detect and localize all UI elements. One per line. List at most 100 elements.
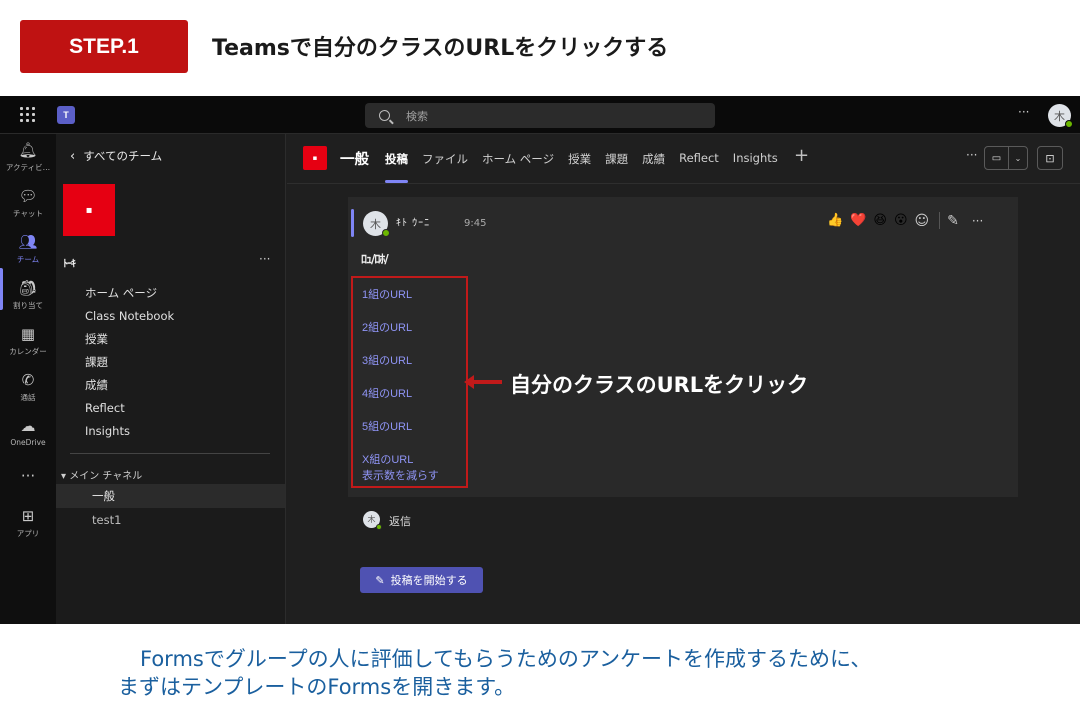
rail-item-apps[interactable]: ⊞ アプリ (0, 508, 56, 539)
channels-header[interactable]: ▾ メイン チャネル (61, 467, 142, 482)
back-link-label: すべてのチーム (83, 149, 163, 163)
rail-item-label: 割り当て (13, 301, 43, 310)
avatar-initial: 木 (1054, 109, 1065, 123)
teams-icon: 👥︎ (18, 233, 38, 251)
channel-header: ▪ 一般 投稿 ファイル ホーム ページ 授業 課題 成績 Reflect In… (287, 134, 1080, 184)
channel-test1[interactable]: test1 (56, 508, 285, 532)
post-author-avatar[interactable]: 木 (363, 211, 390, 237)
phone-icon: ✆ (21, 371, 35, 389)
edit-pencil-icon[interactable]: ✎ (947, 213, 959, 229)
team-avatar[interactable]: ▪ (63, 184, 115, 236)
message-more-icon[interactable]: ··· (972, 214, 983, 228)
search-input[interactable]: 検索 (365, 103, 715, 128)
presence-available-icon (382, 229, 390, 237)
chevron-down-icon[interactable]: ⌄ (1009, 154, 1027, 163)
nav-item-classwork[interactable]: 授業 (85, 328, 174, 351)
nav-item-insights[interactable]: Insights (85, 420, 174, 443)
tab-home[interactable]: ホーム ページ (482, 151, 554, 167)
tab-grades[interactable]: 成績 (642, 151, 665, 167)
compose-icon: ✎ (375, 573, 385, 587)
app-launcher-icon[interactable] (20, 107, 36, 123)
post-subject: ﾛｭ/ﾛﾎ/ (361, 252, 389, 266)
rail-item-label: カレンダー (9, 347, 47, 356)
tab-assignments[interactable]: 課題 (605, 151, 628, 167)
surprised-reaction-icon[interactable]: 😮 (894, 213, 908, 228)
tab-posts[interactable]: 投稿 (385, 151, 408, 183)
apps-icon: ⊞ (21, 507, 35, 525)
nav-item-class-notebook[interactable]: Class Notebook (85, 305, 174, 328)
avatar-initial: 木 (370, 217, 381, 231)
team-panel: ‹ すべてのチーム ▪ ﾄｰｷ ··· ホーム ページ Class Notebo… (56, 134, 286, 624)
like-reaction-icon[interactable]: 👍 (827, 213, 843, 228)
team-nav: ホーム ページ Class Notebook 授業 課題 成績 Reflect … (85, 282, 174, 443)
class-x-url-link[interactable]: X組のURL (362, 451, 413, 467)
tab-reflect[interactable]: Reflect (679, 151, 719, 167)
rail-item-calendar[interactable]: ▦ カレンダー (0, 326, 56, 357)
rail-item-label: アクティビ… (5, 163, 51, 172)
presence-available-icon (376, 524, 382, 530)
team-logo-icon: ▪ (85, 204, 93, 216)
settings-more-icon[interactable]: ··· (1018, 105, 1029, 119)
class-1-url-link[interactable]: 1組のURL (362, 286, 412, 302)
rail-item-more[interactable]: ··· (0, 468, 56, 488)
reply-button[interactable]: 返信 (389, 513, 411, 529)
annotation-callout: 自分のクラスのURLをクリック (510, 373, 809, 397)
teams-logo-icon: T (57, 106, 75, 124)
rail-item-label: チャット (13, 209, 43, 218)
rail-item-label: チーム (16, 255, 40, 264)
start-post-button[interactable]: ✎ 投稿を開始する (360, 567, 483, 593)
rail-item-label: アプリ (16, 529, 40, 538)
class-4-url-link[interactable]: 4組のURL (362, 385, 412, 401)
post-accent-bar (351, 209, 354, 237)
channel-general[interactable]: 一般 (56, 484, 285, 508)
video-camera-icon: ▭ (985, 147, 1009, 169)
nav-item-home[interactable]: ホーム ページ (85, 282, 174, 305)
class-3-url-link[interactable]: 3組のURL (362, 352, 412, 368)
laugh-reaction-icon[interactable]: 😆 (873, 213, 887, 228)
team-name: ﾄｰｷ (63, 259, 76, 270)
reaction-divider (939, 212, 941, 229)
post-author[interactable]: ｷﾄ ｳｰﾆ (396, 214, 430, 229)
tab-classwork[interactable]: 授業 (568, 151, 591, 167)
rail-item-label: 通話 (20, 393, 36, 402)
rail-item-calls[interactable]: ✆ 通話 (0, 372, 56, 403)
chevron-left-icon: ‹ (70, 148, 76, 164)
meet-button[interactable]: ▭ ⌄ (984, 146, 1028, 170)
annotation-arrow-icon (464, 375, 502, 389)
team-more-icon[interactable]: ··· (259, 252, 270, 266)
channel-more-icon[interactable]: ··· (966, 148, 977, 162)
rail-item-assignments[interactable]: 🎒︎ 割り当て (0, 280, 56, 311)
rail-item-teams[interactable]: 👥︎ チーム (0, 234, 56, 265)
tab-insights[interactable]: Insights (733, 151, 778, 167)
rail-item-activity[interactable]: 🔔︎ アクティビ… (0, 142, 56, 173)
nav-item-grades[interactable]: 成績 (85, 374, 174, 397)
calendar-icon: ▦ (20, 325, 36, 343)
caret-down-icon: ▾ (61, 471, 70, 482)
rail-item-onedrive[interactable]: ☁ OneDrive (0, 417, 56, 448)
class-2-url-link[interactable]: 2組のURL (362, 319, 412, 335)
presence-available-icon (1065, 120, 1073, 128)
heart-reaction-icon[interactable]: ❤️ (850, 213, 866, 228)
tab-files[interactable]: ファイル (422, 151, 468, 167)
channels-header-label: メイン チャネル (69, 471, 143, 482)
open-side-panel-icon[interactable]: ⊡ (1037, 146, 1063, 170)
app-rail: 🔔︎ アクティビ… 💬︎ チャット 👥︎ チーム 🎒︎ 割り当て ▦ カレンダー… (0, 134, 56, 624)
start-post-label: 投稿を開始する (390, 574, 468, 587)
rail-item-chat[interactable]: 💬︎ チャット (0, 188, 56, 219)
bell-icon: 🔔︎ (18, 141, 38, 159)
add-tab-icon[interactable]: + (794, 145, 809, 166)
show-less-link[interactable]: 表示数を減らす (362, 467, 439, 483)
channel-tabs: 投稿 ファイル ホーム ページ 授業 課題 成績 Reflect Insight… (385, 151, 792, 183)
post-timestamp: 9:45 (464, 218, 487, 229)
nav-item-reflect[interactable]: Reflect (85, 397, 174, 420)
panel-divider (70, 453, 270, 454)
nav-item-assignments[interactable]: 課題 (85, 351, 174, 374)
footer-caption: Formsでグループの人に評価してもらうためのアンケートを作成するために、 まず… (118, 645, 871, 701)
add-reaction-icon[interactable]: ☺ (915, 213, 930, 229)
search-placeholder: 検索 (406, 109, 428, 123)
all-teams-back-link[interactable]: ‹ すべてのチーム (70, 148, 162, 164)
step-title: Teamsで自分のクラスのURLをクリックする (212, 36, 669, 61)
profile-avatar[interactable]: 木 (1048, 104, 1073, 128)
class-5-url-link[interactable]: 5組のURL (362, 418, 412, 434)
cloud-icon: ☁ (20, 417, 36, 435)
